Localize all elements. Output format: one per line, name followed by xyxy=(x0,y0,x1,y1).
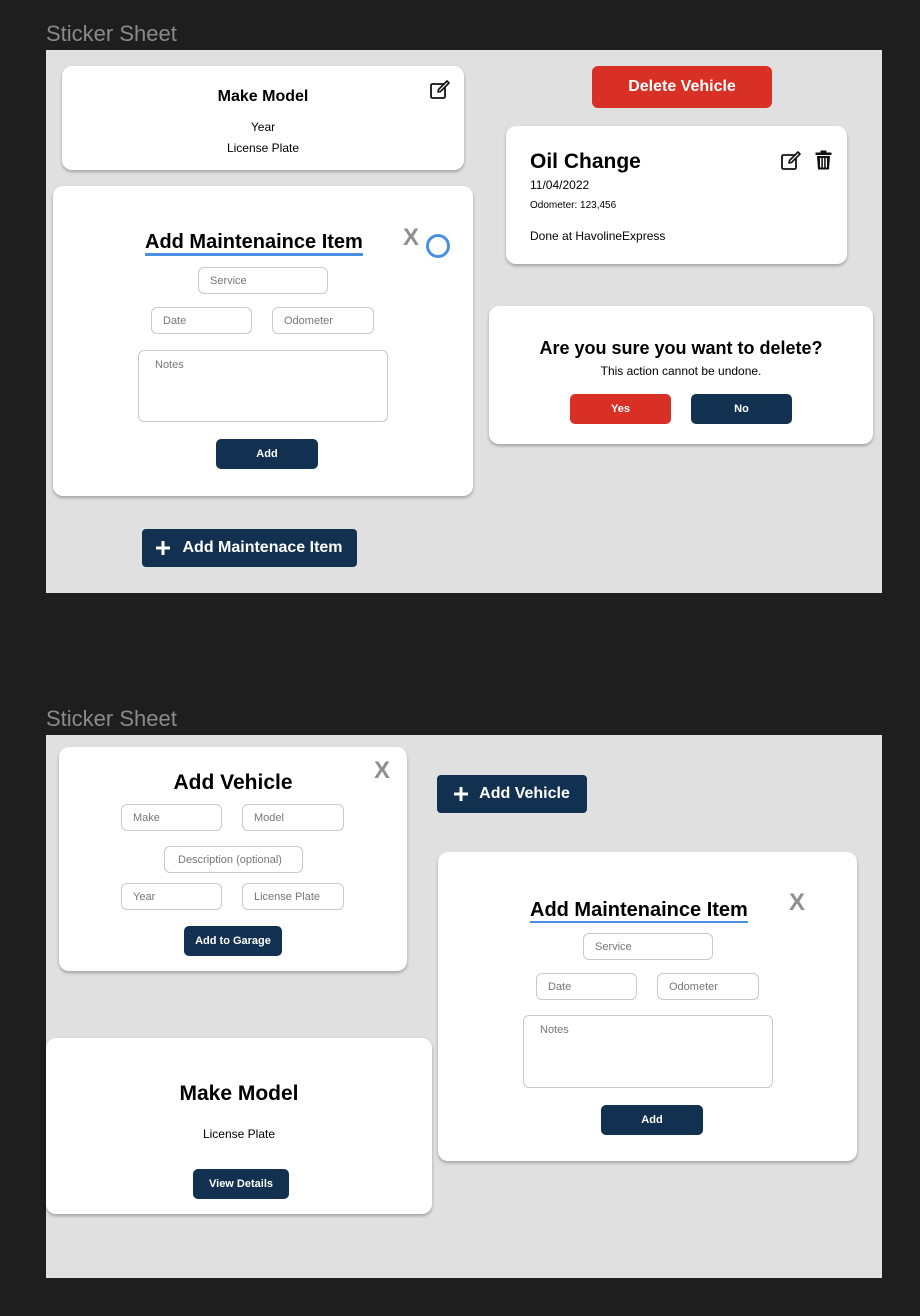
close-button[interactable]: X xyxy=(374,759,390,783)
date-input[interactable]: Date xyxy=(536,973,637,1000)
add-vehicle-label: Add Vehicle xyxy=(479,785,570,802)
vehicle-year: Year xyxy=(250,120,276,134)
form-title-text: Add Maintenaince Item xyxy=(530,899,748,923)
year-input[interactable]: Year xyxy=(121,883,222,910)
edit-icon[interactable] xyxy=(780,150,802,172)
add-maintenance-form: Add Maintenaince Item X Service Date Odo… xyxy=(53,186,473,496)
confirm-title: Are you sure you want to delete? xyxy=(539,338,823,358)
add-maintenance-item-label: Add Maintenace Item xyxy=(182,539,343,556)
sheet-label: Sticker Sheet xyxy=(46,21,177,46)
plus-icon xyxy=(454,787,469,801)
vehicle-plate: License Plate xyxy=(226,141,300,155)
sticker-sheet: Make Model Year License Plate Delete Veh… xyxy=(46,50,882,593)
form-title: Add Maintenaince Item xyxy=(530,899,748,923)
vehicle-title: Make Model xyxy=(179,1082,299,1105)
add-vehicle-form: Add Vehicle X Make Model Description (op… xyxy=(59,747,407,971)
form-title: Add Vehicle xyxy=(173,771,293,794)
description-input[interactable]: Description (optional) xyxy=(164,846,303,873)
vehicle-title: Make Model xyxy=(217,88,309,105)
model-input[interactable]: Model xyxy=(242,804,344,831)
sheet-label: Sticker Sheet xyxy=(46,706,177,731)
focus-ring-indicator xyxy=(426,234,450,258)
add-maintenance-form: Add Maintenaince Item X Service Date Odo… xyxy=(438,852,857,1161)
odometer-input[interactable]: Odometer xyxy=(272,307,374,334)
odometer-input[interactable]: Odometer xyxy=(657,973,759,1000)
date-input[interactable]: Date xyxy=(151,307,252,334)
service-input[interactable]: Service xyxy=(583,933,713,960)
entry-location: Done at HavolineExpress xyxy=(530,229,666,243)
add-maintenance-item-button[interactable]: Add Maintenace Item xyxy=(142,529,357,567)
entry-date: 11/04/2022 xyxy=(530,178,590,192)
entry-odometer: Odometer: 123,456 xyxy=(530,200,617,211)
form-title: Add Maintenaince Item xyxy=(145,231,363,256)
notes-textarea[interactable]: Notes xyxy=(523,1015,773,1088)
maintenance-entry-card: Oil Change 11/04/2022 Odometer: 123,456 … xyxy=(506,126,847,264)
service-input[interactable]: Service xyxy=(198,267,328,294)
add-button[interactable]: Add xyxy=(216,439,318,469)
add-button[interactable]: Add xyxy=(601,1105,703,1135)
edit-icon[interactable] xyxy=(429,79,451,101)
confirm-delete-dialog: Are you sure you want to delete? This ac… xyxy=(489,306,873,444)
vehicle-card: Make Model Year License Plate xyxy=(62,66,464,170)
vehicle-plate: License Plate xyxy=(202,1127,276,1141)
make-input[interactable]: Make xyxy=(121,804,222,831)
sticker-sheet: Add Vehicle X Make Model Description (op… xyxy=(46,735,882,1278)
entry-title: Oil Change xyxy=(530,150,641,173)
close-button[interactable]: X xyxy=(789,891,805,915)
close-button[interactable]: X xyxy=(403,226,419,250)
delete-vehicle-button[interactable]: Delete Vehicle xyxy=(592,66,772,108)
form-title-text: Add Maintenaince Item xyxy=(145,231,363,256)
add-to-garage-button[interactable]: Add to Garage xyxy=(184,926,282,956)
vehicle-summary-card: Make Model License Plate View Details xyxy=(46,1038,432,1214)
notes-textarea[interactable]: Notes xyxy=(138,350,388,422)
confirm-no-button[interactable]: No xyxy=(691,394,792,424)
confirm-yes-button[interactable]: Yes xyxy=(570,394,671,424)
trash-icon[interactable] xyxy=(815,150,832,170)
confirm-subtitle: This action cannot be undone. xyxy=(600,364,762,378)
license-plate-input[interactable]: License Plate xyxy=(242,883,344,910)
plus-icon xyxy=(156,541,171,555)
view-details-button[interactable]: View Details xyxy=(193,1169,289,1199)
add-vehicle-button[interactable]: Add Vehicle xyxy=(437,775,587,813)
